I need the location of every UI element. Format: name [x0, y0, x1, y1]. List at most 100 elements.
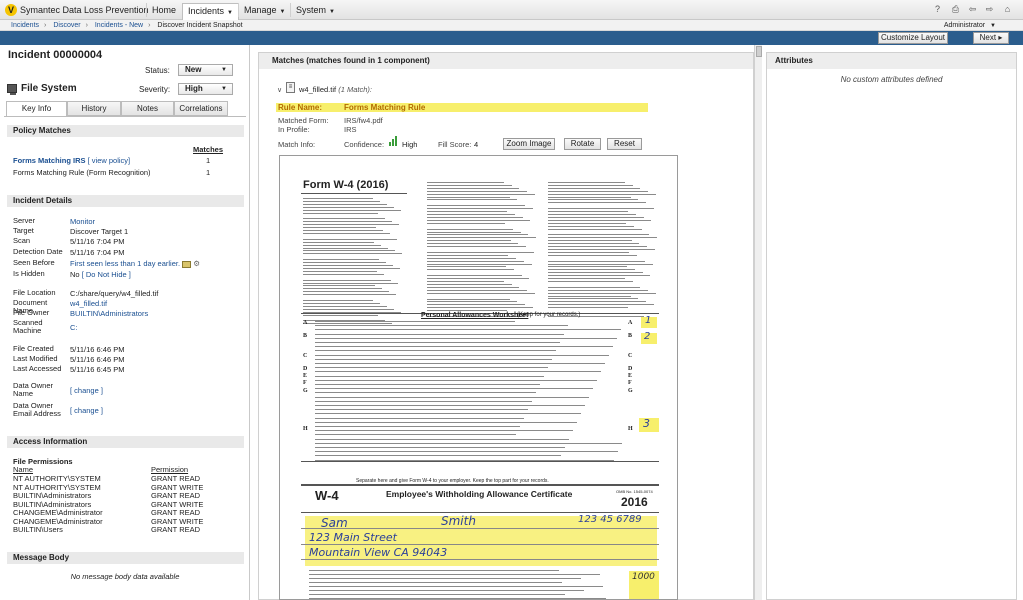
severity-select[interactable]: High ▼	[178, 83, 233, 95]
handwritten-first-name: Sam	[321, 516, 348, 530]
tab-correlations[interactable]: Correlations	[174, 101, 228, 116]
reset-button[interactable]: Reset	[607, 138, 642, 150]
form-text-line	[427, 219, 531, 221]
matched-form-label: Matched Form:	[278, 116, 329, 125]
form-text-line	[427, 310, 508, 312]
matched-form-image[interactable]: Form W-4 (2016) Personal Allowances Work…	[279, 155, 678, 600]
form-text-line	[303, 224, 399, 226]
form-text-line	[315, 384, 540, 385]
top-bar: V Symantec Data Loss Prevention Home Inc…	[0, 0, 1023, 20]
seen-before-value[interactable]: First seen less than 1 day earlier. ⚙	[70, 259, 200, 268]
server-value[interactable]: Monitor	[70, 217, 95, 226]
form-text-line	[315, 342, 560, 343]
form-text-line	[427, 304, 525, 306]
name-column-header: Name	[13, 465, 34, 474]
server-label: Server	[13, 216, 36, 225]
form-text-line	[548, 295, 631, 297]
tab-notes[interactable]: Notes	[121, 101, 174, 116]
breadcrumb-discover[interactable]: Discover	[53, 22, 80, 29]
matches-heading: Matches (matches found in 1 component)	[259, 53, 753, 69]
form-text-line	[548, 208, 654, 210]
form-text-line	[427, 182, 504, 183]
form-text-line	[303, 294, 396, 296]
gear-icon: ⚙	[193, 259, 200, 268]
rule-name-value: Forms Matching Rule	[344, 103, 426, 112]
form-text-line	[315, 354, 609, 356]
do-not-hide-link[interactable]: [ Do Not Hide ]	[82, 270, 131, 279]
handwritten-line-a: 1	[645, 315, 652, 326]
form-text-line	[303, 314, 378, 316]
policy-rule-name: Forms Matching Rule (Form Recognition)	[13, 168, 151, 177]
symantec-logo-icon: V	[5, 4, 17, 16]
nav-home[interactable]: Home	[146, 3, 181, 17]
next-button[interactable]: Next ▸	[973, 32, 1009, 44]
rotate-button[interactable]: Rotate	[564, 138, 601, 150]
form-text-line	[427, 228, 513, 230]
seen-before-text: First seen less than 1 day earlier.	[70, 259, 181, 268]
help-icon[interactable]: ?	[932, 4, 943, 15]
chevron-down-icon: ▼	[990, 23, 996, 29]
collapse-icon[interactable]: ∨	[277, 86, 282, 94]
forward-icon[interactable]: ⇨	[984, 4, 995, 15]
tab-key-info[interactable]: Key Info	[6, 101, 67, 117]
file-owner-value[interactable]: BUILTIN\Administrators	[70, 309, 148, 318]
form-text-line	[315, 379, 597, 381]
worksheet-line-letter: E	[303, 373, 308, 379]
last-accessed-label: Last Accessed	[13, 364, 62, 373]
form-text-line	[315, 388, 593, 390]
seen-before-label: Seen Before	[13, 258, 55, 267]
chevron-down-icon: ▼	[221, 86, 227, 92]
status-value: New	[185, 65, 202, 74]
home-icon[interactable]: ⌂	[1002, 4, 1013, 15]
form-text-line	[303, 259, 379, 261]
policy-row: Forms Matching IRS [ view policy]	[13, 156, 130, 165]
status-select[interactable]: New ▼	[178, 64, 233, 76]
form-text-line	[303, 273, 384, 275]
fill-score-value: 4	[474, 140, 479, 149]
form-text-line	[303, 285, 375, 287]
form-text-line	[548, 199, 639, 201]
policy-rule-count: 1	[206, 168, 211, 177]
policy-name-link[interactable]: Forms Matching IRS	[13, 156, 86, 165]
tab-history[interactable]: History	[67, 101, 121, 116]
customize-layout-button[interactable]: Customize Layout	[878, 32, 948, 44]
breadcrumb-incidents[interactable]: Incidents	[11, 22, 39, 29]
nav-system[interactable]: System ▼	[290, 3, 340, 17]
form-text-line	[309, 590, 584, 591]
nav-manage[interactable]: Manage ▼	[238, 3, 290, 17]
cert-form-number: W-4	[315, 488, 339, 503]
form-text-line	[427, 214, 515, 215]
view-policy-link[interactable]: [ view policy]	[88, 156, 131, 165]
permission-column-header: Permission	[151, 465, 189, 474]
is-hidden-text: No	[70, 270, 80, 279]
form-text-line	[427, 278, 530, 280]
scanned-machine-value[interactable]: C:	[70, 323, 78, 332]
zoom-image-button[interactable]: Zoom Image	[503, 138, 555, 150]
file-location-value: C:/share/query/w4_filled.tif	[70, 289, 159, 298]
scrollbar-thumb[interactable]	[756, 46, 762, 57]
severity-value: High	[185, 84, 203, 93]
form-text-line	[315, 400, 532, 402]
worksheet-line-letter-right: B	[628, 333, 633, 339]
form-text-line	[427, 243, 519, 245]
change-owner-email-link[interactable]: [ change ]	[70, 406, 103, 415]
print-icon[interactable]: ⎙	[950, 4, 961, 15]
form-text-line	[315, 358, 552, 360]
document-name-link[interactable]: w4_filled.tif	[70, 299, 107, 308]
form-text-line	[315, 321, 515, 322]
form-text-line	[315, 426, 520, 427]
handwritten-city: Mountain View CA 94043	[309, 546, 448, 559]
nav-incidents[interactable]: Incidents ▼	[182, 3, 239, 20]
breadcrumb-incidents-new[interactable]: Incidents - New	[95, 22, 143, 29]
worksheet-line-letter: C	[303, 353, 308, 359]
confidence-value: High	[402, 140, 418, 149]
form-text-line	[548, 211, 629, 213]
file-owner-label: File Owner	[13, 308, 50, 317]
data-owner-email-label: Data Owner Email Address	[13, 401, 61, 418]
chevron-down-icon: ▼	[221, 67, 227, 73]
back-icon[interactable]: ⇦	[967, 4, 978, 15]
change-owner-name-link[interactable]: [ change ]	[70, 386, 103, 395]
form-text-line	[303, 262, 386, 264]
panel-scrollbar[interactable]	[754, 45, 762, 600]
form-text-line	[548, 214, 636, 215]
